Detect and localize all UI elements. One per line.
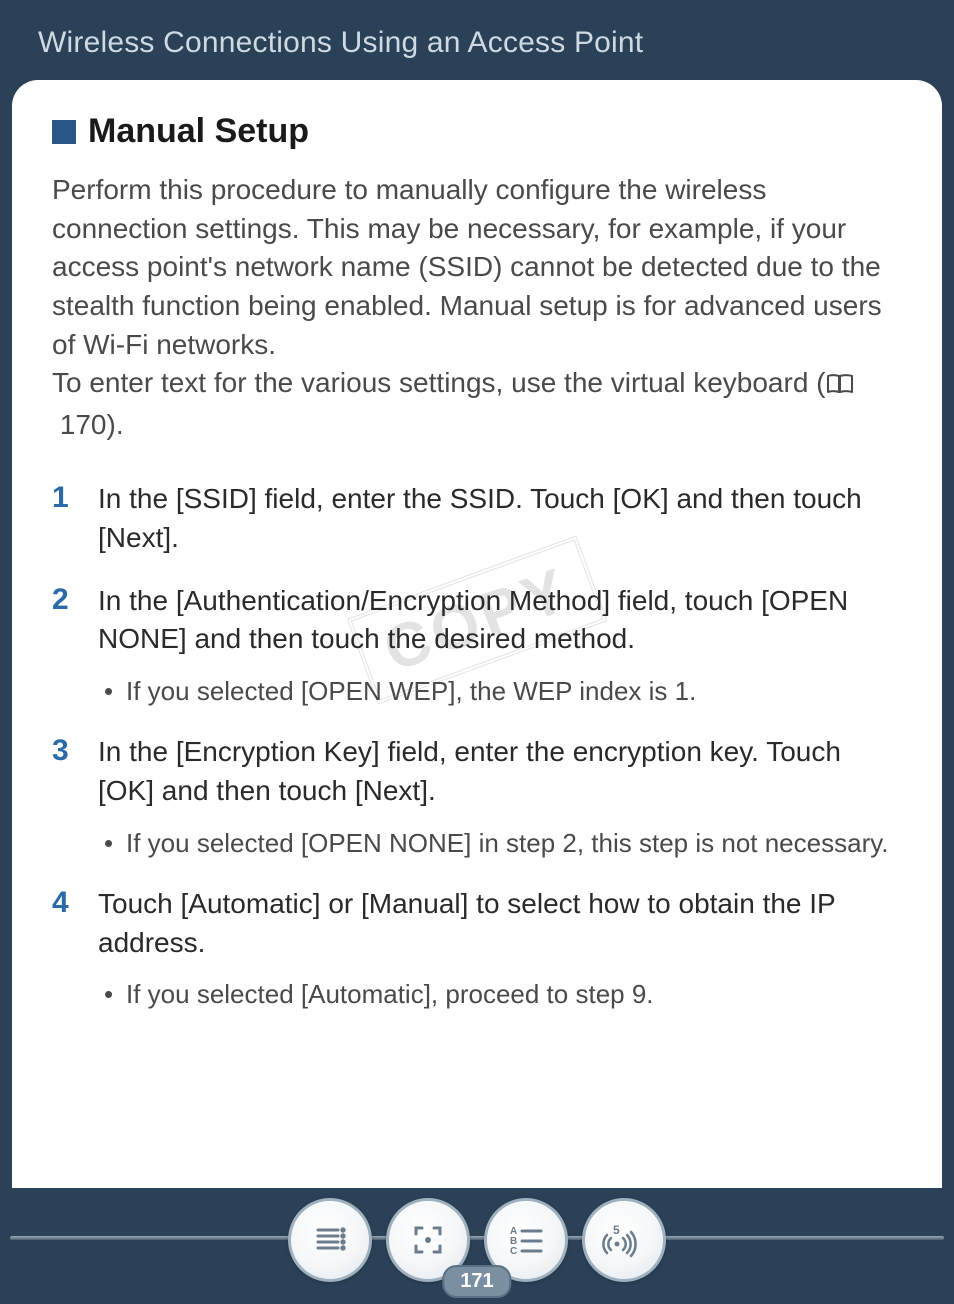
- page-number: 171: [442, 1265, 511, 1298]
- step-bullet: If you selected [OPEN NONE] in step 2, t…: [98, 825, 902, 861]
- section-heading: Manual Setup: [52, 112, 902, 151]
- intro-text-2-suffix: ).: [107, 409, 124, 440]
- step-text: Touch [Automatic] or [Manual] to select …: [98, 885, 902, 962]
- intro-xref[interactable]: 170: [60, 409, 107, 440]
- wifi-icon: 5: [601, 1220, 647, 1260]
- intro-text-2-prefix: To enter text for the various settings, …: [52, 367, 826, 398]
- step-item: 2 In the [Authentication/Encryption Meth…: [52, 582, 902, 710]
- steps-list: 1 In the [SSID] field, enter the SSID. T…: [52, 480, 902, 1012]
- step-sublist: If you selected [OPEN NONE] in step 2, t…: [98, 825, 902, 861]
- step-bullet: If you selected [Automatic], proceed to …: [98, 976, 902, 1012]
- step-item: 3 In the [Encryption Key] field, enter t…: [52, 733, 902, 861]
- toc-button[interactable]: [288, 1198, 372, 1282]
- step-item: 1 In the [SSID] field, enter the SSID. T…: [52, 480, 902, 557]
- abc-list-icon: A B C: [504, 1220, 548, 1260]
- page-body: COPY Manual Setup Perform this procedure…: [10, 78, 944, 1188]
- section-title-text: Manual Setup: [88, 112, 309, 151]
- header-title: Wireless Connections Using an Access Poi…: [38, 26, 643, 59]
- step-sublist: If you selected [Automatic], proceed to …: [98, 976, 902, 1012]
- list-icon: [310, 1220, 350, 1260]
- step-number: 1: [52, 480, 80, 557]
- step-number: 3: [52, 733, 80, 861]
- step-sublist: If you selected [OPEN WEP], the WEP inde…: [98, 673, 902, 709]
- step-text: In the [Encryption Key] field, enter the…: [98, 733, 902, 810]
- book-icon: [826, 367, 854, 406]
- step-number: 4: [52, 885, 80, 1013]
- svg-text:C: C: [510, 1246, 517, 1257]
- intro-paragraph: Perform this procedure to manually confi…: [52, 171, 902, 444]
- step-bullet: If you selected [OPEN WEP], the WEP inde…: [98, 673, 902, 709]
- wifi-badge-num: 5: [613, 1223, 620, 1237]
- expand-icon: [408, 1220, 448, 1260]
- wifi-button[interactable]: 5: [582, 1198, 666, 1282]
- footer: A B C 5: [0, 1194, 954, 1304]
- step-number: 2: [52, 582, 80, 710]
- square-bullet-icon: [52, 120, 76, 144]
- step-item: 4 Touch [Automatic] or [Manual] to selec…: [52, 885, 902, 1013]
- step-text: In the [SSID] field, enter the SSID. Tou…: [98, 480, 902, 557]
- intro-text-1: Perform this procedure to manually confi…: [52, 174, 882, 360]
- step-text: In the [Authentication/Encryption Method…: [98, 582, 902, 659]
- page-header: Wireless Connections Using an Access Poi…: [0, 0, 954, 78]
